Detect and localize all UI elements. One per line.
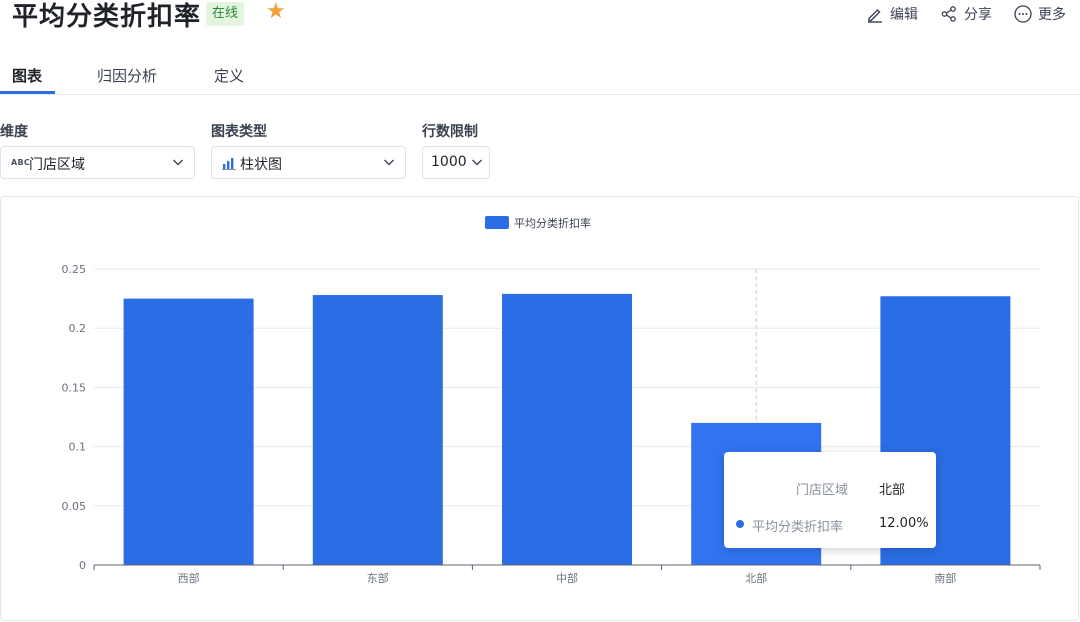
bar (502, 293, 632, 565)
y-tick-label: 0.1 (69, 441, 87, 454)
x-tick-label: 西部 (178, 571, 200, 585)
y-tick-label: 0.05 (62, 500, 87, 513)
tooltip-dimension-key: 门店区域 (795, 483, 848, 498)
tooltip-dimension-value: 北部 (879, 483, 906, 498)
y-tick-label: 0.25 (62, 263, 87, 276)
tooltip-series-dot (736, 520, 744, 528)
tooltip-metric-value: 12.00% (879, 516, 929, 531)
legend-swatch (485, 216, 509, 229)
y-tick-label: 0.15 (62, 381, 87, 394)
y-tick-label: 0.2 (69, 322, 87, 335)
x-tick-label: 中部 (556, 571, 578, 585)
legend-label: 平均分类折扣率 (514, 216, 591, 230)
chart-tooltip: 门店区域 北部 平均分类折扣率 12.00% (724, 452, 936, 548)
y-tick-label: 0 (79, 559, 86, 572)
x-tick-label: 南部 (934, 571, 956, 585)
tooltip-metric-key: 平均分类折扣率 (752, 520, 844, 535)
bar (123, 298, 254, 565)
bar (312, 295, 443, 565)
x-tick-label: 北部 (745, 571, 767, 585)
x-tick-label: 东部 (367, 571, 389, 585)
